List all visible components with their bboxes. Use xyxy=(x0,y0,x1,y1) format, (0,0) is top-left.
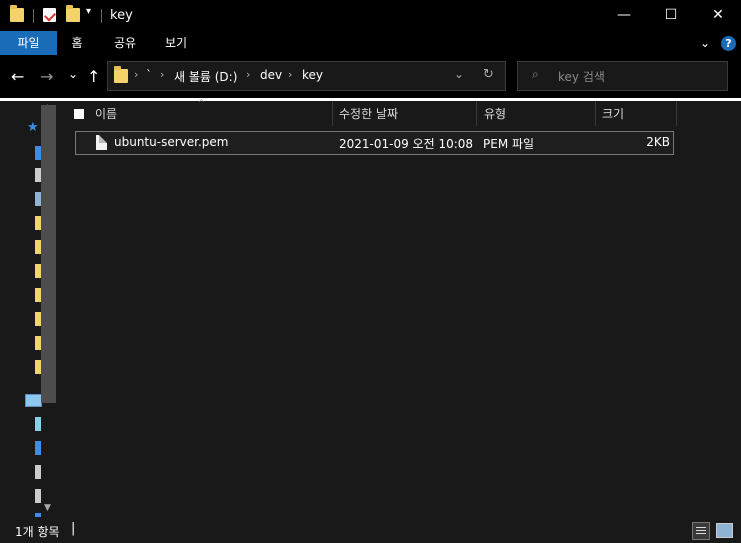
minimize-button[interactable]: — xyxy=(601,0,647,31)
search-icon: ⌕ xyxy=(532,67,539,81)
column-size[interactable]: 크기 xyxy=(602,105,624,122)
file-type: PEM 파일 xyxy=(483,137,535,151)
address-dropdown-icon[interactable]: ⌄ xyxy=(454,67,464,81)
details-view-icon[interactable] xyxy=(692,522,710,540)
chevron-right-icon[interactable]: › xyxy=(288,68,292,81)
sort-ascending-icon: ^ xyxy=(198,98,205,107)
ribbon-tabs: 파일 홈 공유 보기 ⌄ ? xyxy=(0,31,741,55)
select-all-checkbox[interactable] xyxy=(74,109,84,119)
new-folder-icon[interactable] xyxy=(66,5,80,22)
recent-locations-button[interactable]: ⌄ xyxy=(68,67,78,81)
column-header-row: ^ 이름 수정한 날짜 유형 크기 xyxy=(57,98,741,126)
refresh-icon[interactable]: ↻ xyxy=(483,67,494,82)
maximize-button[interactable]: ☐ xyxy=(648,0,694,31)
close-button[interactable]: ✕ xyxy=(695,0,741,31)
scroll-down-icon[interactable]: ▼ xyxy=(44,503,51,513)
properties-icon[interactable] xyxy=(43,8,57,22)
tab-share[interactable]: 공유 xyxy=(107,31,143,55)
quick-access-star-icon[interactable]: ★ xyxy=(27,120,39,135)
search-placeholder: key 검색 xyxy=(558,70,605,84)
file-icon xyxy=(96,135,107,150)
item-count: 1개 항목 xyxy=(15,525,60,539)
music-icon[interactable] xyxy=(35,489,41,503)
up-button[interactable]: ↑ xyxy=(87,67,100,86)
column-type[interactable]: 유형 xyxy=(484,105,506,122)
window-title: key xyxy=(110,8,133,23)
folder-icon xyxy=(10,5,24,22)
tab-view[interactable]: 보기 xyxy=(158,31,194,55)
column-divider[interactable] xyxy=(476,101,477,126)
tab-home[interactable]: 홈 xyxy=(62,31,92,55)
forward-button[interactable]: → xyxy=(40,67,53,86)
large-icons-view-icon[interactable] xyxy=(716,523,733,538)
expand-ribbon-icon[interactable]: ⌄ xyxy=(700,36,710,50)
column-divider[interactable] xyxy=(332,101,333,126)
navigation-scrollbar-thumb[interactable] xyxy=(41,105,56,403)
search-box[interactable]: ⌕ key 검색 xyxy=(517,61,728,91)
column-date-modified[interactable]: 수정한 날짜 xyxy=(339,105,398,122)
address-row: ← → ⌄ ↑ › ` › 새 볼륨 (D:) › dev › key ⌄ ↻ … xyxy=(0,55,741,98)
this-pc-icon[interactable] xyxy=(25,394,42,407)
back-button[interactable]: ← xyxy=(11,67,24,86)
chevron-right-icon[interactable]: › xyxy=(160,68,164,81)
address-bar[interactable]: › ` › 새 볼륨 (D:) › dev › key ⌄ ↻ xyxy=(107,61,506,91)
separator xyxy=(33,9,34,23)
breadcrumb-drive[interactable]: 새 볼륨 (D:) xyxy=(174,68,237,85)
folder-icon xyxy=(114,66,128,83)
breadcrumb-dev[interactable]: dev xyxy=(260,68,282,82)
column-divider[interactable] xyxy=(676,101,677,126)
breadcrumb-key[interactable]: key xyxy=(302,68,323,82)
status-bar: 1개 항목 | xyxy=(0,517,741,543)
help-icon[interactable]: ? xyxy=(721,36,736,51)
file-row[interactable]: ubuntu-server.pem 2021-01-09 오전 10:08 PE… xyxy=(75,131,674,155)
chevron-right-icon[interactable]: › xyxy=(134,68,138,81)
file-name[interactable]: ubuntu-server.pem xyxy=(114,135,228,149)
column-divider[interactable] xyxy=(595,101,596,126)
downloads-icon[interactable] xyxy=(35,441,41,455)
file-date-modified: 2021-01-09 오전 10:08 xyxy=(339,137,474,151)
tab-file[interactable]: 파일 xyxy=(0,31,57,55)
file-size: 2KB xyxy=(646,135,670,149)
breadcrumb-root[interactable]: ` xyxy=(146,68,152,82)
customize-quick-access-icon[interactable]: ▾ xyxy=(86,6,91,17)
separator xyxy=(101,9,102,23)
documents-icon[interactable] xyxy=(35,465,41,479)
title-bar: ▾ key — ☐ ✕ xyxy=(0,0,741,31)
column-name[interactable]: 이름 xyxy=(95,105,117,122)
status-separator: | xyxy=(71,521,76,536)
chevron-right-icon[interactable]: › xyxy=(246,68,250,81)
3d-objects-icon[interactable] xyxy=(35,417,41,431)
